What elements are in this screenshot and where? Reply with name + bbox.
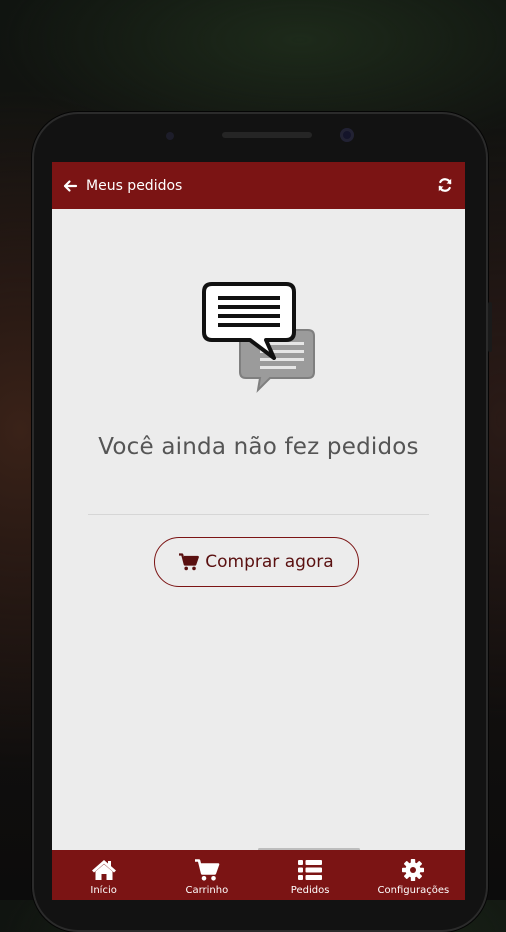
- nav-label-cart: Carrinho: [185, 885, 229, 896]
- arrow-left-icon[interactable]: [62, 178, 78, 194]
- volume-button: [488, 302, 492, 352]
- home-icon: [91, 860, 116, 880]
- nav-item-settings[interactable]: Configurações: [362, 850, 465, 900]
- divider: [88, 514, 429, 515]
- chat-bubbles-icon: [202, 282, 315, 393]
- nav-label-settings: Configurações: [377, 885, 450, 896]
- front-camera: [340, 128, 354, 142]
- app-bar: Meus pedidos: [52, 162, 465, 209]
- buy-now-button[interactable]: Comprar agora: [154, 537, 359, 587]
- refresh-icon[interactable]: [437, 177, 453, 193]
- gear-icon: [402, 859, 425, 881]
- nav-item-home[interactable]: Início: [52, 850, 155, 900]
- nav-item-cart[interactable]: Carrinho: [155, 850, 258, 900]
- list-icon: [298, 860, 323, 880]
- empty-state-message: Você ainda não fez pedidos: [98, 434, 419, 460]
- bottom-navigation: Início Carrinho Pedidos Configurações: [52, 850, 465, 900]
- shopping-cart-icon: [194, 859, 220, 881]
- shopping-cart-icon: [179, 553, 200, 571]
- proximity-sensor: [166, 132, 174, 140]
- nav-label-orders: Pedidos: [290, 885, 330, 896]
- page-title: Meus pedidos: [86, 177, 183, 194]
- earpiece-speaker: [222, 132, 312, 138]
- nav-item-orders[interactable]: Pedidos: [259, 850, 362, 900]
- buy-now-label: Comprar agora: [205, 552, 334, 572]
- app-screen: Meus pedidos Você ainda não fez pedidos: [52, 162, 465, 900]
- nav-label-home: Início: [90, 885, 117, 896]
